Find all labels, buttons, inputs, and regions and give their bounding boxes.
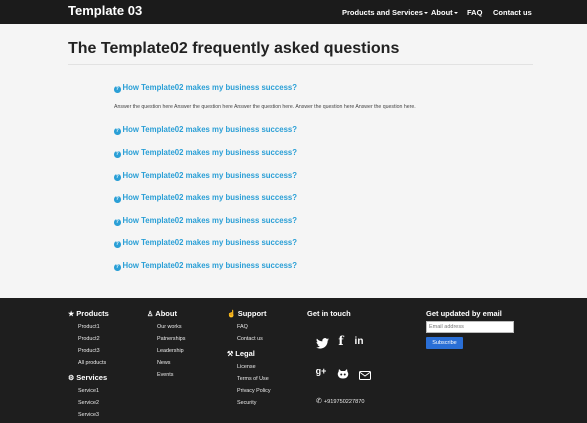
footer-link-our-works[interactable]: Our works (157, 324, 182, 330)
footer-link-privacy-policy[interactable]: Privacy Policy (237, 388, 271, 394)
faq-question-text: How Template02 makes my business success… (122, 261, 298, 270)
envelope-icon[interactable] (358, 367, 371, 380)
user-icon: ♙ (147, 311, 154, 318)
footer-newsletter-heading: Get updated by email (426, 309, 502, 318)
faq-question-1[interactable]: ? How Template02 makes my business succes… (114, 83, 297, 93)
footer-support-heading-label: Support (237, 309, 267, 318)
star-icon: ★ (68, 311, 75, 318)
faq-question-3[interactable]: ? How Template02 makes my business succes… (114, 148, 297, 158)
title-divider (68, 64, 533, 65)
faq-question-text: How Template02 makes my business success… (122, 83, 298, 92)
subscribe-button[interactable]: Subscribe (426, 337, 463, 349)
question-circle-icon: ? (114, 151, 121, 158)
faq-question-text: How Template02 makes my business success… (122, 148, 298, 157)
footer-link-contact-us[interactable]: Contact us (237, 336, 263, 342)
footer-link-faq[interactable]: FAQ (237, 324, 248, 330)
question-circle-icon: ? (114, 219, 121, 226)
caret-down-icon (454, 12, 459, 15)
footer-link-service1[interactable]: Service1 (78, 388, 99, 394)
footer-phone[interactable]: ✆ +919750227870 (316, 397, 364, 405)
twitter-icon[interactable] (315, 336, 329, 349)
footer-link-product2[interactable]: Product2 (78, 336, 100, 342)
faq-question-text: How Template02 makes my business success… (122, 193, 298, 202)
nav-about[interactable]: About (431, 8, 459, 17)
footer-phone-number: +919750227870 (323, 399, 365, 405)
footer-link-license[interactable]: License (237, 364, 256, 370)
footer-services-heading-label: Services (76, 373, 108, 382)
footer-legal-heading-label: Legal (235, 349, 255, 358)
footer-link-patnerships[interactable]: Patnerships (157, 336, 185, 342)
footer-products-heading-label: Products (76, 309, 109, 318)
footer-link-product1[interactable]: Product1 (78, 324, 100, 330)
page-title: The Template02 frequently asked question… (68, 40, 400, 57)
footer-about-heading-label: About (155, 309, 177, 318)
nav-products-services-label: Products and Services (342, 8, 423, 17)
faq-question-2[interactable]: ? How Template02 makes my business succes… (114, 125, 297, 135)
nav-faq[interactable]: FAQ (467, 8, 482, 17)
question-circle-icon: ? (114, 196, 121, 203)
phone-icon: ✆ (316, 398, 322, 405)
faq-question-text: How Template02 makes my business success… (122, 216, 298, 225)
gavel-icon: ⚒ (227, 351, 234, 358)
faq-question-5[interactable]: ? How Template02 makes my business succes… (114, 193, 297, 203)
question-circle-icon: ? (114, 174, 121, 181)
facebook-icon[interactable]: f (336, 334, 346, 348)
faq-question-6[interactable]: ? How Template02 makes my business succes… (114, 216, 297, 226)
faq-question-text: How Template02 makes my business success… (122, 171, 298, 180)
thumbs-up-icon: ☝ (227, 311, 236, 318)
google-plus-icon[interactable]: g+ (313, 365, 329, 378)
footer-products-heading: ★ Products (68, 309, 109, 318)
footer-touch-heading: Get in touch (307, 309, 351, 318)
footer-link-news[interactable]: News (157, 360, 170, 366)
faq-question-8[interactable]: ? How Template02 makes my business succes… (114, 261, 297, 271)
footer-link-service2[interactable]: Service2 (78, 400, 99, 406)
footer-link-security[interactable]: Security (237, 400, 256, 406)
question-circle-icon: ? (114, 128, 121, 135)
top-navbar: Template 03 Products and Services About … (0, 0, 587, 24)
footer-legal-heading: ⚒ Legal (227, 349, 255, 358)
question-circle-icon: ? (114, 241, 121, 248)
nav-about-label: About (431, 8, 453, 17)
footer-link-product3[interactable]: Product3 (78, 348, 100, 354)
site-footer: ★ Products Product1 Product2 Product3 All… (0, 298, 587, 423)
footer-services-heading: ⚙ Services (68, 373, 107, 382)
nav-contact-us[interactable]: Contact us (493, 8, 532, 17)
nav-products-services[interactable]: Products and Services (342, 8, 429, 17)
faq-question-text: How Template02 makes my business success… (122, 125, 298, 134)
github-icon[interactable] (336, 366, 349, 379)
footer-link-events[interactable]: Events (157, 372, 173, 378)
footer-link-leadership[interactable]: Leadership (157, 348, 184, 354)
brand-logo[interactable]: Template 03 (68, 3, 142, 18)
email-field[interactable] (426, 321, 514, 333)
linkedin-icon[interactable]: in (352, 335, 366, 348)
question-circle-icon: ? (114, 86, 121, 93)
footer-link-all-products[interactable]: All products (78, 360, 106, 366)
footer-support-heading: ☝ Support (227, 309, 266, 318)
footer-link-terms-of-use[interactable]: Terms of Use (237, 376, 269, 382)
cogs-icon: ⚙ (68, 375, 75, 382)
main-content: The Template02 frequently asked question… (0, 24, 587, 298)
footer-about-heading: ♙ About (147, 309, 177, 318)
faq-answer-1: Answer the question here Answer the ques… (114, 104, 416, 110)
faq-question-text: How Template02 makes my business success… (122, 238, 298, 247)
question-circle-icon: ? (114, 264, 121, 271)
footer-link-service3[interactable]: Service3 (78, 412, 99, 418)
faq-question-7[interactable]: ? How Template02 makes my business succes… (114, 238, 297, 248)
caret-down-icon (424, 12, 429, 15)
faq-question-4[interactable]: ? How Template02 makes my business succes… (114, 171, 297, 181)
